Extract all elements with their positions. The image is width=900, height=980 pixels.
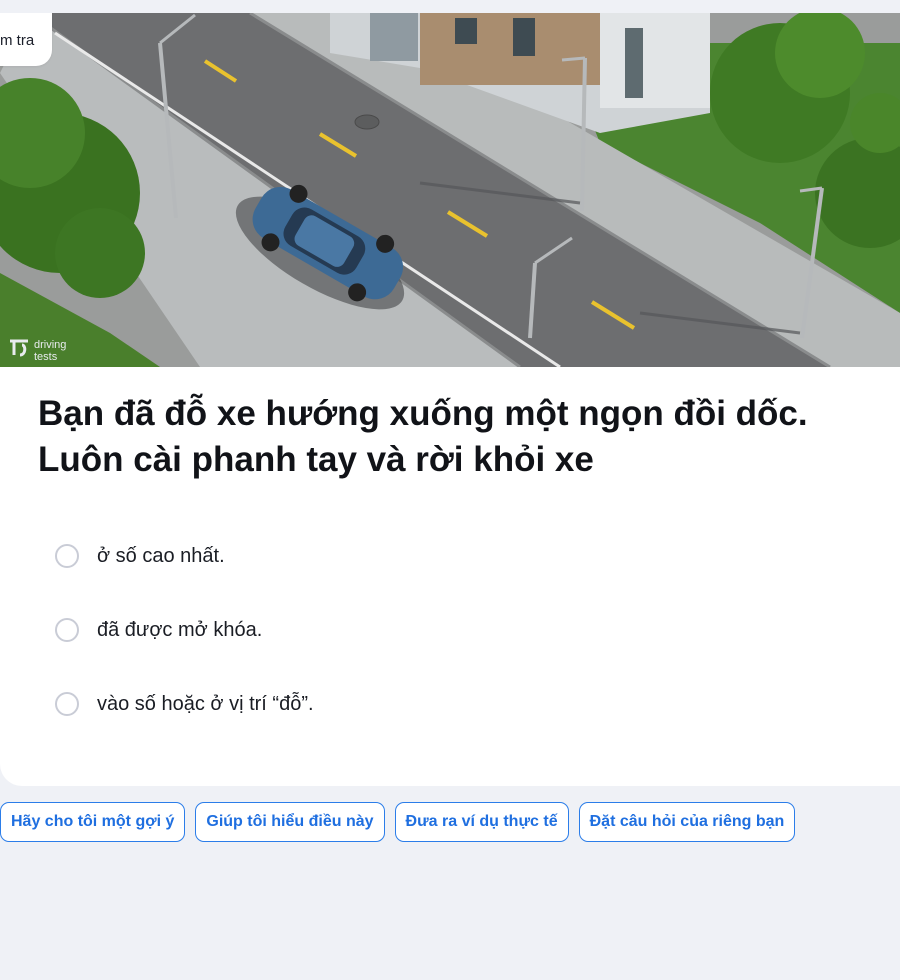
helper-prompts: Hãy cho tôi một gợi ý Giúp tôi hiểu điều… [0, 802, 796, 842]
ask-own-question-button[interactable]: Đặt câu hỏi của riêng bạn [578, 802, 796, 842]
hint-button[interactable]: Hãy cho tôi một gợi ý [0, 802, 186, 842]
answer-option[interactable]: ở số cao nhất. [55, 541, 855, 571]
scene-illustration: driving tests [0, 13, 900, 367]
answer-option[interactable]: đã được mở khóa. [55, 615, 855, 645]
svg-text:driving: driving [34, 339, 66, 351]
tab-chip-label: m tra [0, 32, 35, 49]
tab-chip[interactable]: m tra [0, 13, 52, 66]
answer-option-label: vào số hoặc ở vị trí “đỗ”. [97, 692, 314, 715]
answer-option-label: ở số cao nhất. [97, 544, 225, 567]
svg-text:tests: tests [34, 351, 58, 363]
question-line-2: Luôn cài phanh tay và rời khỏi xe [38, 440, 594, 479]
answer-option[interactable]: vào số hoặc ở vị trí “đỗ”. [55, 689, 855, 719]
answer-options: ở số cao nhất. đã được mở khóa. vào số h… [55, 541, 855, 763]
radio-button[interactable] [55, 692, 79, 716]
question-text: Bạn đã đỗ xe hướng xuống một ngọn đồi dố… [38, 391, 868, 483]
radio-button[interactable] [55, 618, 79, 642]
answer-option-label: đã được mở khóa. [97, 618, 263, 641]
question-line-1: Bạn đã đỗ xe hướng xuống một ngọn đồi dố… [38, 394, 808, 433]
explain-button[interactable]: Giúp tôi hiểu điều này [195, 802, 385, 842]
real-example-button[interactable]: Đưa ra ví dụ thực tế [394, 802, 569, 842]
radio-button[interactable] [55, 544, 79, 568]
